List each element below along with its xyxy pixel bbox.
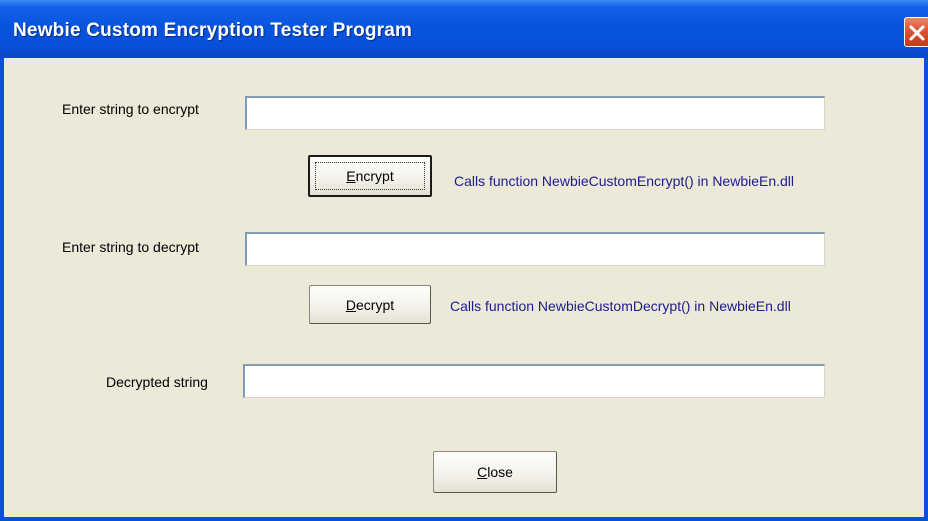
encrypt-input-label: Enter string to encrypt bbox=[62, 101, 199, 117]
encrypt-note: Calls function NewbieCustomEncrypt() in … bbox=[454, 173, 795, 189]
decrypt-button[interactable]: Decrypt bbox=[309, 285, 431, 324]
encrypt-button[interactable]: Encrypt bbox=[308, 155, 432, 197]
decrypted-string-field[interactable] bbox=[243, 364, 825, 398]
decrypt-input-label: Enter string to decrypt bbox=[62, 239, 199, 255]
close-icon bbox=[909, 25, 925, 41]
decrypted-string-label: Decrypted string bbox=[106, 374, 208, 390]
decrypt-input[interactable] bbox=[245, 232, 825, 266]
encrypt-button-label: Encrypt bbox=[346, 168, 394, 184]
close-button[interactable]: Close bbox=[433, 451, 557, 493]
title-bar[interactable]: Newbie Custom Encryption Tester Program bbox=[0, 0, 928, 58]
close-button-label: Close bbox=[477, 464, 513, 480]
decrypt-button-label: Decrypt bbox=[345, 296, 395, 313]
window-close-button[interactable] bbox=[904, 17, 928, 47]
encrypt-input[interactable] bbox=[245, 96, 825, 130]
decrypt-note: Calls function NewbieCustomDecrypt() in … bbox=[450, 298, 791, 314]
dialog-window: Newbie Custom Encryption Tester Program … bbox=[0, 0, 928, 521]
window-title: Newbie Custom Encryption Tester Program bbox=[13, 20, 413, 41]
